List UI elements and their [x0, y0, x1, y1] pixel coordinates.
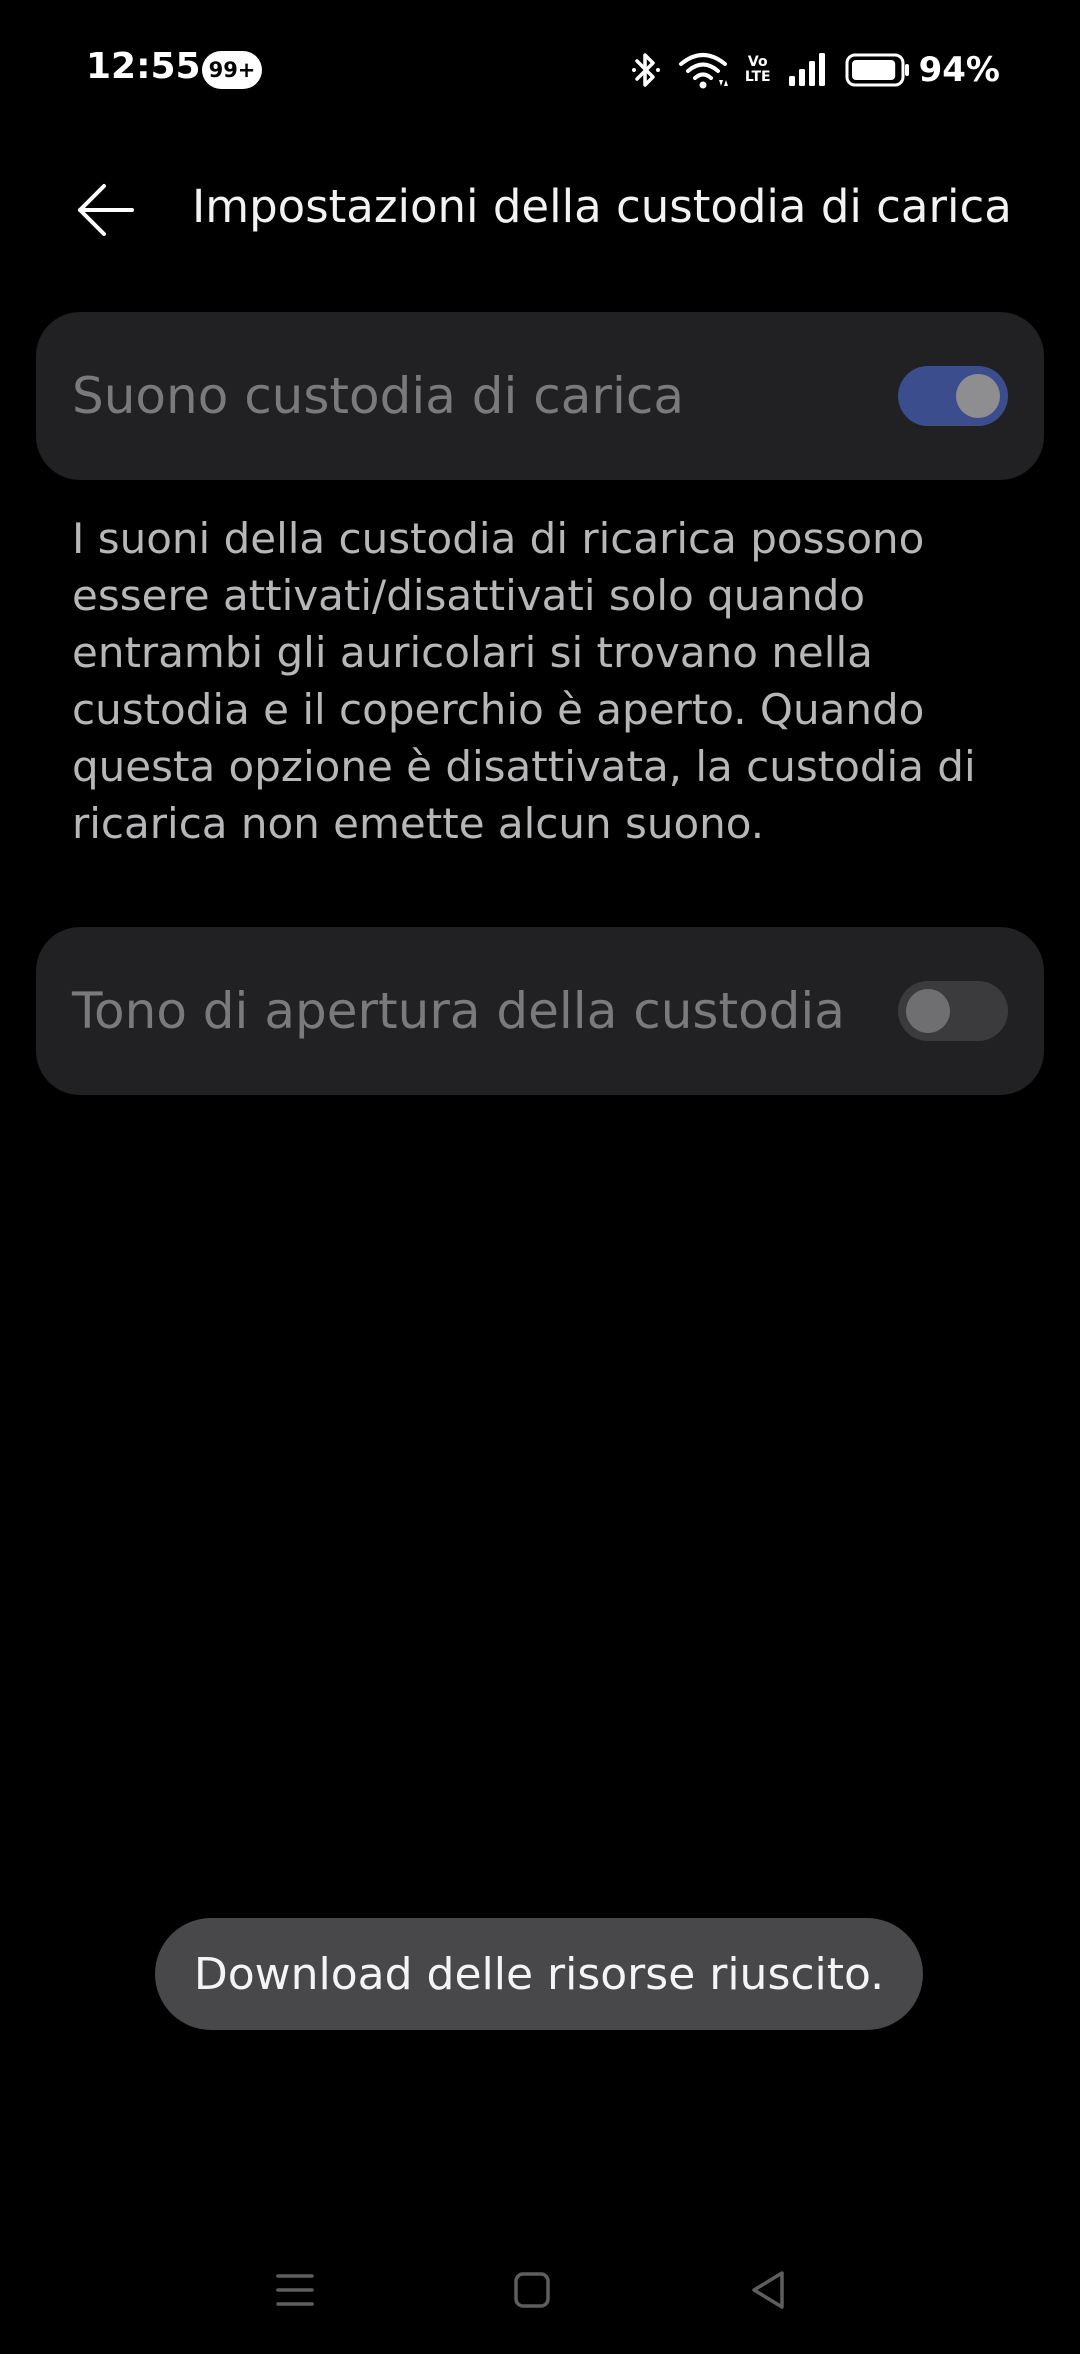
volte-top-text: Vo: [747, 54, 768, 70]
volte-bottom-text: LTE: [744, 69, 771, 85]
recents-button[interactable]: [255, 2250, 335, 2330]
case-opening-tone-label: Tono di apertura della custodia: [72, 982, 845, 1040]
volte-icon: Vo LTE: [745, 55, 771, 85]
menu-icon: [276, 2274, 314, 2306]
charging-case-sound-label: Suono custodia di carica: [72, 367, 685, 425]
back-icon: [752, 2271, 784, 2309]
charging-case-sound-description: I suoni della custodia di ricarica posso…: [72, 514, 976, 848]
page-title: Impostazioni della custodia di carica: [192, 180, 1012, 233]
status-time: 12:55: [86, 46, 201, 87]
case-opening-tone-toggle[interactable]: [898, 981, 1008, 1041]
case-opening-tone-row[interactable]: Tono di apertura della custodia: [36, 927, 1044, 1095]
toggle-knob: [956, 374, 1000, 418]
charging-case-sound-row[interactable]: Suono custodia di carica: [36, 312, 1044, 480]
wifi-icon: [677, 50, 729, 90]
battery-icon: [845, 52, 911, 88]
home-button[interactable]: [492, 2250, 572, 2330]
signal-icon: [787, 50, 829, 90]
navigation-bar: [0, 2250, 1080, 2330]
toggle-knob: [906, 989, 950, 1033]
arrow-left-icon: [78, 184, 134, 236]
battery-percent: 94%: [918, 50, 1000, 90]
back-button[interactable]: [66, 170, 146, 250]
system-back-button[interactable]: [728, 2250, 808, 2330]
app-bar: Impostazioni della custodia di carica: [0, 160, 1080, 250]
charging-case-sound-toggle[interactable]: [898, 366, 1008, 426]
home-icon: [514, 2272, 550, 2308]
status-bar: 12:55 99+ Vo LTE 94%: [0, 0, 1080, 140]
bluetooth-icon: [631, 50, 661, 90]
toast: Download delle risorse riuscito.: [155, 1918, 923, 2030]
status-icons: Vo LTE 94%: [615, 44, 1000, 96]
notification-badge: 99+: [202, 51, 262, 89]
toast-message: Download delle risorse riuscito.: [193, 1948, 885, 2000]
